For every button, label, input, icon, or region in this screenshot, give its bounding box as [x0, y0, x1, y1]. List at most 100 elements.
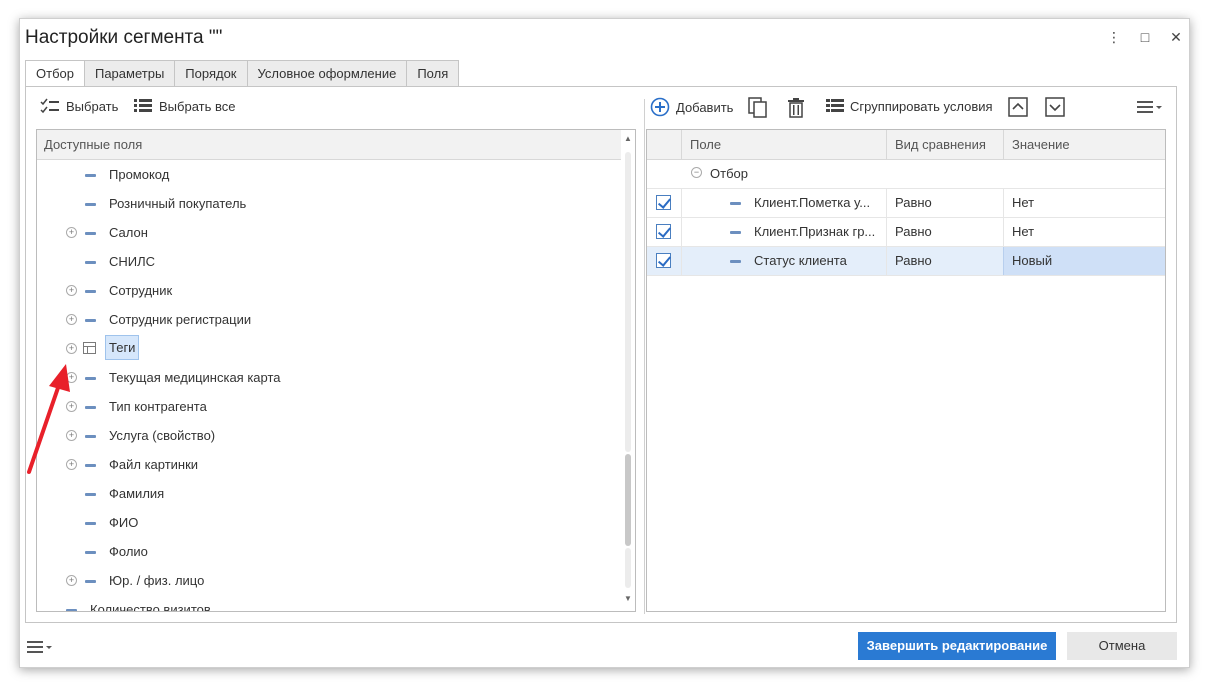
field-icon — [85, 377, 96, 380]
field-icon — [85, 464, 96, 467]
expand-icon[interactable]: + — [66, 459, 77, 470]
row-comparison[interactable]: Равно — [886, 218, 1003, 246]
column-comparison[interactable]: Вид сравнения — [886, 130, 1003, 160]
move-down-button[interactable] — [1045, 97, 1065, 117]
tree-item[interactable]: + Салон — [37, 218, 622, 247]
close-icon[interactable]: ✕ — [1167, 28, 1185, 46]
tree-item[interactable]: СНИЛС — [37, 247, 622, 276]
tree-scrollbar[interactable]: ▲ ▼ — [621, 130, 635, 611]
tab-order[interactable]: Порядок — [174, 60, 247, 87]
tree-item[interactable]: + Текущая медицинская карта — [37, 363, 622, 392]
cancel-button[interactable]: Отмена — [1067, 632, 1177, 660]
tree-item-label: СНИЛС — [109, 254, 156, 269]
expand-icon[interactable]: + — [66, 372, 77, 383]
expand-icon[interactable]: + — [66, 227, 77, 238]
expand-icon[interactable]: + — [66, 314, 77, 325]
tree-item[interactable]: + Сотрудник регистрации — [37, 305, 622, 334]
tree-item[interactable]: + Тип контрагента — [37, 392, 622, 421]
field-icon — [85, 290, 96, 293]
field-icon — [85, 232, 96, 235]
expand-icon[interactable]: + — [66, 285, 77, 296]
list-icon — [134, 99, 152, 112]
tree-item[interactable]: Фолио — [37, 537, 622, 566]
footer-menu-button[interactable] — [27, 640, 53, 657]
tree-item-label: Промокод — [109, 167, 170, 182]
field-icon — [85, 580, 96, 583]
column-field[interactable]: Поле — [681, 130, 886, 160]
tree-item[interactable]: + Файл картинки — [37, 450, 622, 479]
maximize-icon[interactable]: □ — [1136, 28, 1154, 46]
tab-fields[interactable]: Поля — [406, 60, 460, 87]
tree-item-label: Салон — [109, 225, 148, 240]
more-actions-icon[interactable]: ⋮ — [1105, 28, 1123, 46]
scroll-up-icon[interactable]: ▲ — [623, 134, 633, 143]
table-row[interactable]: Клиент.Пометка у... Равно Нет — [647, 189, 1165, 218]
add-button[interactable]: Добавить — [650, 97, 733, 117]
select-all-label: Выбрать все — [159, 98, 236, 114]
row-comparison[interactable]: Равно — [886, 189, 1003, 217]
collapse-icon[interactable]: − — [691, 167, 702, 178]
group-conditions-label: Сгруппировать условия — [850, 98, 993, 114]
group-icon — [826, 99, 844, 112]
select-button[interactable]: Выбрать — [40, 98, 118, 114]
tab-filter[interactable]: Отбор — [25, 60, 84, 87]
available-fields-tree: Доступные поля Промокод Розничный покупа… — [36, 129, 636, 612]
row-value[interactable]: Новый — [1003, 247, 1165, 275]
more-menu-button[interactable] — [1137, 100, 1163, 114]
table-row[interactable]: Клиент.Признак гр... Равно Нет — [647, 218, 1165, 247]
row-field[interactable]: Статус клиента — [681, 247, 886, 275]
field-icon — [85, 319, 96, 322]
expand-icon[interactable]: + — [66, 343, 77, 354]
column-value[interactable]: Значение — [1003, 130, 1165, 160]
scroll-down-icon[interactable]: ▼ — [623, 594, 633, 603]
scroll-track[interactable] — [625, 548, 631, 588]
tree-item[interactable]: Промокод — [37, 160, 622, 189]
tree-item[interactable]: Розничный покупатель — [37, 189, 622, 218]
row-value[interactable]: Нет — [1003, 218, 1165, 246]
finish-editing-button[interactable]: Завершить редактирование — [858, 632, 1056, 660]
scroll-thumb[interactable] — [625, 454, 631, 546]
row-checkbox[interactable] — [656, 195, 671, 210]
hamburger-menu-icon — [27, 641, 52, 653]
delete-button[interactable] — [787, 98, 805, 118]
tab-conditional-formatting[interactable]: Условное оформление — [246, 60, 407, 87]
group-row[interactable]: − Отбор — [647, 160, 1165, 189]
select-all-button[interactable]: Выбрать все — [133, 98, 235, 114]
tree-item[interactable]: Фамилия — [37, 479, 622, 508]
field-icon — [85, 493, 96, 496]
tree-item-label: Фамилия — [109, 486, 165, 501]
tree-item-label: Количество визитов — [90, 602, 211, 612]
copy-icon — [748, 97, 767, 118]
tree-item-label: Тип контрагента — [109, 399, 207, 414]
add-circle-icon — [650, 97, 670, 117]
tab-parameters[interactable]: Параметры — [83, 60, 175, 87]
tree-item-selected[interactable]: + Теги — [37, 334, 622, 363]
row-field[interactable]: Клиент.Пометка у... — [681, 189, 886, 217]
tree-item-label: Сотрудник — [109, 283, 173, 298]
row-field[interactable]: Клиент.Признак гр... — [681, 218, 886, 246]
grid-header: Поле Вид сравнения Значение — [647, 130, 1165, 160]
add-label: Добавить — [676, 99, 734, 115]
tree-item[interactable]: + Юр. / физ. лицо — [37, 566, 622, 595]
tree-item-label: Сотрудник регистрации — [109, 312, 252, 327]
row-checkbox[interactable] — [656, 224, 671, 239]
tree-item[interactable]: + Услуга (свойство) — [37, 421, 622, 450]
row-value[interactable]: Нет — [1003, 189, 1165, 217]
table-row-selected[interactable]: Статус клиента Равно Новый — [647, 247, 1165, 276]
panel-splitter[interactable] — [644, 99, 645, 614]
expand-icon[interactable]: + — [66, 401, 77, 412]
tree-item[interactable]: ФИО — [37, 508, 622, 537]
row-comparison[interactable]: Равно — [886, 247, 1003, 275]
tree-item[interactable]: + Сотрудник — [37, 276, 622, 305]
tab-content: Выбрать Выбрать все Доступные поля Промо… — [25, 86, 1177, 623]
row-checkbox[interactable] — [656, 253, 671, 268]
expand-icon[interactable]: + — [66, 575, 77, 586]
expand-icon[interactable]: + — [66, 430, 77, 441]
group-conditions-button[interactable]: Сгруппировать условия — [826, 98, 993, 114]
trash-icon — [788, 98, 804, 118]
tree-item-label: Услуга (свойство) — [109, 428, 216, 443]
scroll-track[interactable] — [625, 152, 631, 452]
tree-item-partial[interactable]: Количество визитов — [37, 595, 622, 612]
move-up-button[interactable] — [1008, 97, 1028, 117]
copy-button[interactable] — [748, 97, 768, 119]
